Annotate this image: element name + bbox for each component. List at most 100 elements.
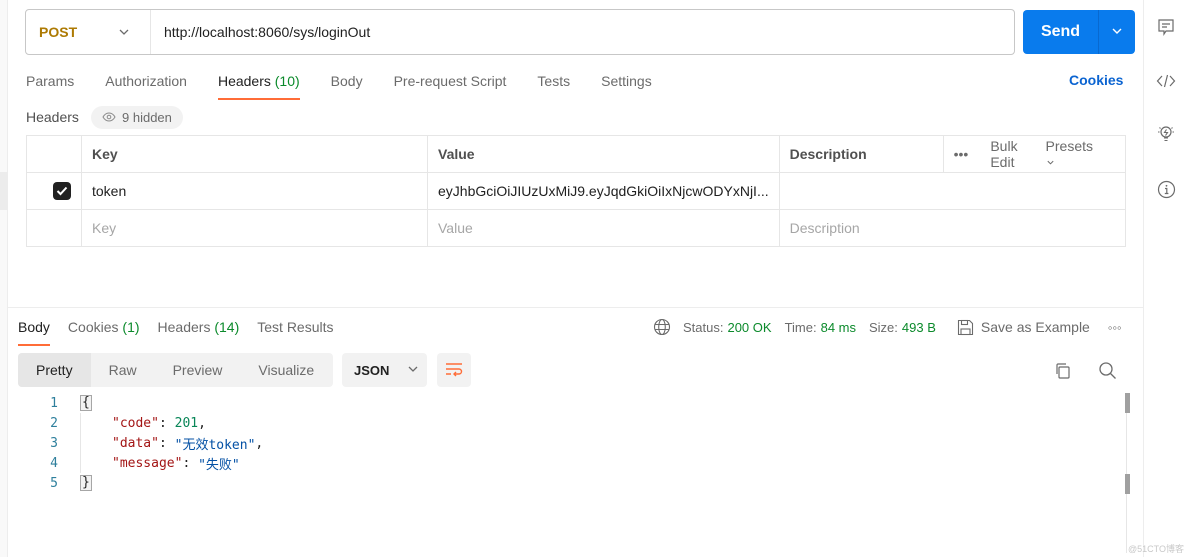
- json-value: "无效token": [174, 437, 256, 453]
- table-row: token eyJhbGciOiJIUzUxMiJ9.eyJqdGkiOiIxN…: [26, 172, 1127, 210]
- status-value[interactable]: 200 OK: [727, 320, 771, 335]
- watermark: @51CTO博客: [1128, 544, 1184, 554]
- chevron-down-icon: [118, 25, 130, 41]
- more-options-icon[interactable]: •••: [954, 146, 969, 162]
- tab-settings[interactable]: Settings: [601, 72, 652, 100]
- tab-label: Authorization: [105, 73, 187, 89]
- code-line: 5}: [28, 473, 263, 493]
- lightbulb-icon[interactable]: [1156, 124, 1176, 144]
- tab-params[interactable]: Params: [26, 72, 74, 100]
- hidden-count: 9 hidden: [122, 110, 172, 125]
- send-options-dropdown[interactable]: [1099, 10, 1135, 54]
- json-punct: ,: [198, 415, 206, 431]
- editor-scrollbar[interactable]: [1126, 393, 1134, 553]
- view-mode-segmented: Pretty Raw Preview Visualize: [18, 353, 333, 387]
- selected-item-indicator: [0, 172, 8, 210]
- checkbox-column-header: [26, 135, 82, 173]
- tab-label: Headers: [157, 319, 211, 335]
- response-body-code[interactable]: 1{ 2 "code": 201, 3 "data": "无效token", 4 "m…: [28, 393, 263, 493]
- check-icon: [56, 186, 68, 196]
- status-label: Status:: [683, 319, 724, 335]
- tab-label: Test Results: [257, 319, 334, 335]
- search-icon[interactable]: [1098, 361, 1117, 383]
- url-input[interactable]: [151, 10, 1014, 54]
- response-tab-cookies[interactable]: Cookies (1): [68, 318, 140, 346]
- value-column-header: Value: [427, 135, 780, 173]
- wrap-lines-button[interactable]: [437, 353, 471, 387]
- comments-icon[interactable]: [1156, 17, 1176, 37]
- time-value[interactable]: 84 ms: [821, 320, 856, 335]
- response-tab-body[interactable]: Body: [18, 318, 50, 346]
- more-options-icon[interactable]: ◦◦◦: [1108, 320, 1122, 335]
- view-visualize[interactable]: Visualize: [240, 353, 332, 387]
- chevron-down-icon: [1046, 160, 1054, 165]
- pane-divider[interactable]: [8, 307, 1143, 308]
- format-label: JSON: [354, 362, 390, 378]
- tab-headers[interactable]: Headers (10): [217, 72, 300, 100]
- description-placeholder[interactable]: Description: [778, 209, 1127, 247]
- tab-label: Body: [330, 73, 363, 89]
- tab-label: Pre-request Script: [393, 73, 507, 89]
- table-row-empty: Key Value Description: [26, 209, 1127, 247]
- tab-label: Body: [18, 319, 50, 335]
- description-cell[interactable]: [778, 172, 1127, 210]
- request-tabs: Params Authorization Headers (10) Body P…: [26, 72, 683, 100]
- view-pretty[interactable]: Pretty: [18, 353, 91, 387]
- send-button[interactable]: Send: [1023, 10, 1099, 54]
- method-label: POST: [39, 24, 78, 40]
- code-line: 2 "code": 201,: [28, 413, 263, 433]
- view-raw[interactable]: Raw: [91, 353, 155, 387]
- left-sidebar-strip: [0, 0, 8, 557]
- value-cell[interactable]: eyJhbGciOiJIUzUxMiJ9.eyJqdGkiOiIxNjcwODY…: [427, 172, 780, 210]
- code-line: 3 "data": "无效token",: [28, 433, 263, 453]
- copy-icon[interactable]: [1054, 362, 1072, 383]
- right-context-bar: [1143, 0, 1184, 557]
- scrollbar-marker[interactable]: [1125, 474, 1130, 494]
- tab-count: (1): [122, 319, 140, 335]
- tab-tests[interactable]: Tests: [537, 72, 570, 100]
- response-meta: Status: 200 OK Time: 84 ms Size: 493 B Save…: [653, 317, 1122, 337]
- line-number: 2: [50, 415, 58, 431]
- save-as-example-label: Save as Example: [980, 319, 1090, 335]
- scrollbar-marker[interactable]: [1125, 393, 1130, 413]
- tab-label: Headers: [217, 73, 271, 89]
- tab-pre-request-script[interactable]: Pre-request Script: [394, 72, 507, 100]
- key-placeholder[interactable]: Key: [81, 209, 428, 247]
- tab-label: Cookies: [67, 319, 119, 335]
- url-bar: POST: [25, 9, 1015, 55]
- tab-authorization[interactable]: Authorization: [105, 72, 187, 100]
- key-column-header: Key: [81, 135, 428, 173]
- format-select[interactable]: JSON: [342, 353, 427, 387]
- table-header-row: Key Value Description ••• Bulk Edit Pres…: [26, 135, 1127, 173]
- eye-icon: [102, 110, 116, 125]
- code-snippet-icon[interactable]: [1156, 71, 1176, 91]
- key-cell[interactable]: token: [81, 172, 428, 210]
- info-icon[interactable]: [1156, 179, 1176, 199]
- request-editor: POST Send Params Authorization Headers (…: [8, 0, 1143, 557]
- line-number: 4: [50, 455, 58, 471]
- size-label: Size:: [869, 319, 898, 335]
- tab-label: Params: [26, 73, 75, 89]
- headers-table: Key Value Description ••• Bulk Edit Pres…: [26, 135, 1127, 247]
- response-tab-test-results[interactable]: Test Results: [257, 318, 333, 346]
- chevron-down-icon: [407, 363, 419, 378]
- save-as-example-button[interactable]: Save as Example: [957, 319, 1090, 336]
- bulk-edit-button[interactable]: Bulk Edit: [990, 138, 1023, 170]
- size-value[interactable]: 493 B: [902, 320, 936, 335]
- response-tab-headers[interactable]: Headers (14): [158, 318, 240, 346]
- view-preview[interactable]: Preview: [155, 353, 241, 387]
- wrap-lines-icon: [446, 363, 463, 377]
- presets-label: Presets: [1045, 138, 1093, 154]
- value-placeholder[interactable]: Value: [427, 209, 780, 247]
- close-brace: }: [80, 475, 92, 491]
- hidden-headers-toggle[interactable]: 9 hidden: [91, 106, 183, 129]
- line-number: 5: [50, 475, 58, 491]
- presets-dropdown[interactable]: Presets: [1046, 138, 1115, 170]
- code-line: 1{: [28, 393, 263, 413]
- method-select[interactable]: POST: [26, 10, 151, 54]
- headers-section-label: Headers: [26, 109, 79, 125]
- tab-body[interactable]: Body: [331, 72, 363, 100]
- globe-icon[interactable]: [653, 318, 671, 336]
- cookies-link[interactable]: Cookies: [1069, 72, 1123, 88]
- row-checkbox[interactable]: [53, 182, 71, 200]
